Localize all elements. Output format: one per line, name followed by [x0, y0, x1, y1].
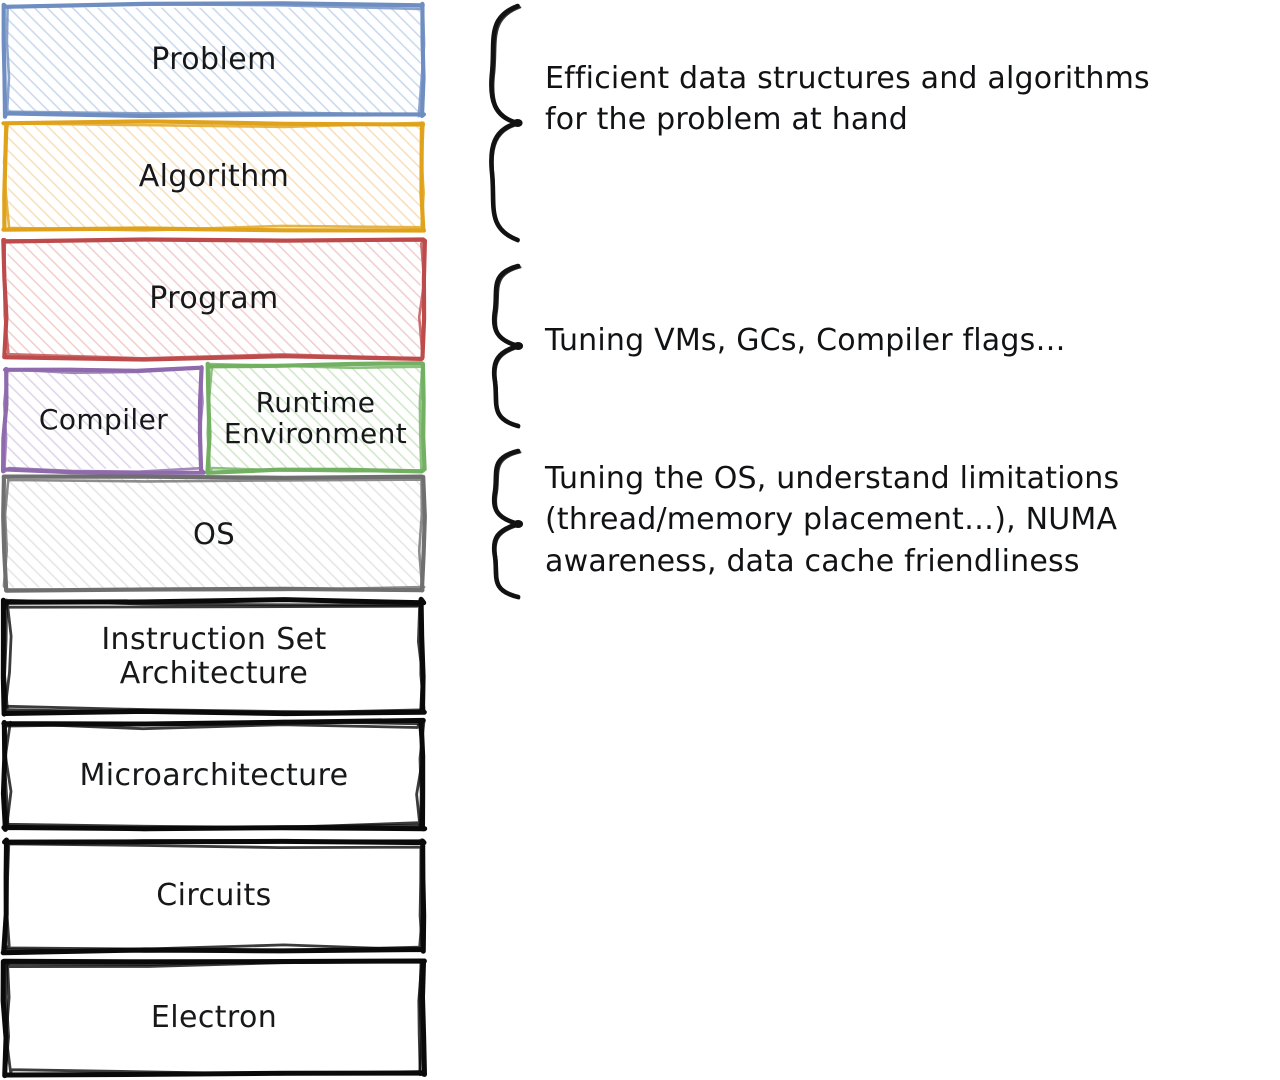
- layer-stack: Problem Algorithm Program Compiler Runtime E…: [0, 0, 432, 1080]
- layer-label-program: Program: [149, 281, 279, 317]
- annotation-text-annotation-os-tuning: Tuning the OS, understand limitations (t…: [545, 461, 1120, 579]
- layer-label-microarchitecture: Microarchitecture: [79, 757, 349, 793]
- layer-label-electron: Electron: [150, 1000, 278, 1036]
- layer-box-problem: Problem: [1, 1, 426, 119]
- layer-label-algorithm: Algorithm: [138, 158, 290, 194]
- brace-annotation-os-tuning: [482, 448, 524, 600]
- layer-label-problem: Problem: [151, 42, 277, 78]
- layer-label-runtime-environment: Runtime Environment: [223, 385, 408, 450]
- layer-box-electron: Electron: [0, 958, 427, 1079]
- brace-annotation-runtime-tuning: [482, 263, 524, 429]
- layer-box-circuits: Circuits: [0, 837, 427, 956]
- layer-box-program: Program: [1, 237, 427, 362]
- diagram-canvas: Problem Algorithm Program Compiler Runtime E…: [0, 0, 1280, 1080]
- layer-label-circuits: Circuits: [156, 878, 272, 914]
- layer-box-algorithm: Algorithm: [1, 119, 426, 233]
- layer-label-os: OS: [192, 516, 236, 551]
- brace-annotation-algorithmic: [478, 3, 524, 243]
- layer-box-instruction-set-architecture: Instruction Set Architecture: [0, 596, 427, 717]
- annotation-text-annotation-algorithmic: Efficient data structures and algorithms…: [545, 61, 1150, 138]
- layer-label-compiler: Compiler: [38, 403, 169, 437]
- layer-box-runtime-environment: Runtime Environment: [205, 361, 427, 475]
- layer-box-microarchitecture: Microarchitecture: [0, 717, 428, 832]
- layer-box-os: OS: [1, 474, 427, 593]
- layer-box-compiler: Compiler: [1, 365, 206, 475]
- annotation-text-annotation-runtime-tuning: Tuning VMs, GCs, Compiler flags…: [545, 323, 1066, 358]
- layer-label-instruction-set-architecture: Instruction Set Architecture: [101, 622, 327, 691]
